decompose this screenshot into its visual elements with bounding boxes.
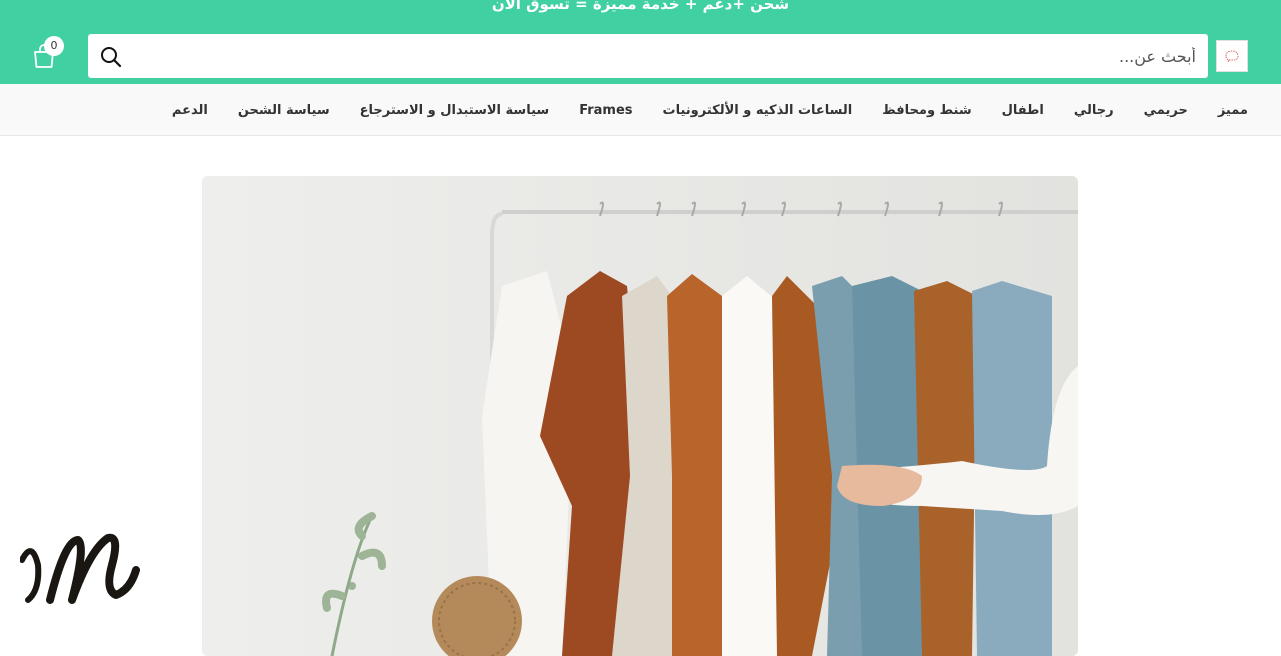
search-bar [88,34,1208,78]
nav-item-featured[interactable]: مميز [1218,103,1248,118]
promo-banner-text: شحن +دعم + خدمة مميزة = تسوق الآن [491,0,790,13]
nav-item-bags-wallets[interactable]: شنط ومحافظ [882,103,971,118]
nav-item-kids[interactable]: اطفال [1002,103,1044,118]
nav-item-smartwatches-electronics[interactable]: الساعات الذكيه و الألكترونيات [663,103,853,118]
decorative-script-graphic [19,510,140,610]
search-icon [101,47,122,68]
brain-logo-icon [1225,50,1239,63]
nav-item-support[interactable]: الدعم [172,103,208,118]
clothing-rack-image [202,176,1078,656]
search-button[interactable] [98,44,124,70]
main-nav: مميز حريمي رجالي اطفال شنط ومحافظ الساعا… [0,84,1281,136]
nav-item-shipping-policy[interactable]: سياسة الشحن [238,103,330,118]
hero-banner-image[interactable] [202,176,1078,656]
nav-list: مميز حريمي رجالي اطفال شنط ومحافظ الساعا… [172,84,1248,136]
store-logo[interactable] [1216,40,1248,72]
cart-count-badge: 0 [44,36,64,56]
nav-item-return-policy[interactable]: سياسة الاستبدال و الاسترجاع [360,103,550,118]
search-input[interactable] [128,34,1198,78]
nav-item-frames[interactable]: Frames [579,103,632,118]
nav-item-men[interactable]: رجالي [1074,103,1114,118]
nav-item-women[interactable]: حريمي [1144,103,1188,118]
top-header: شحن +دعم + خدمة مميزة = تسوق الآن 0 [0,0,1281,84]
